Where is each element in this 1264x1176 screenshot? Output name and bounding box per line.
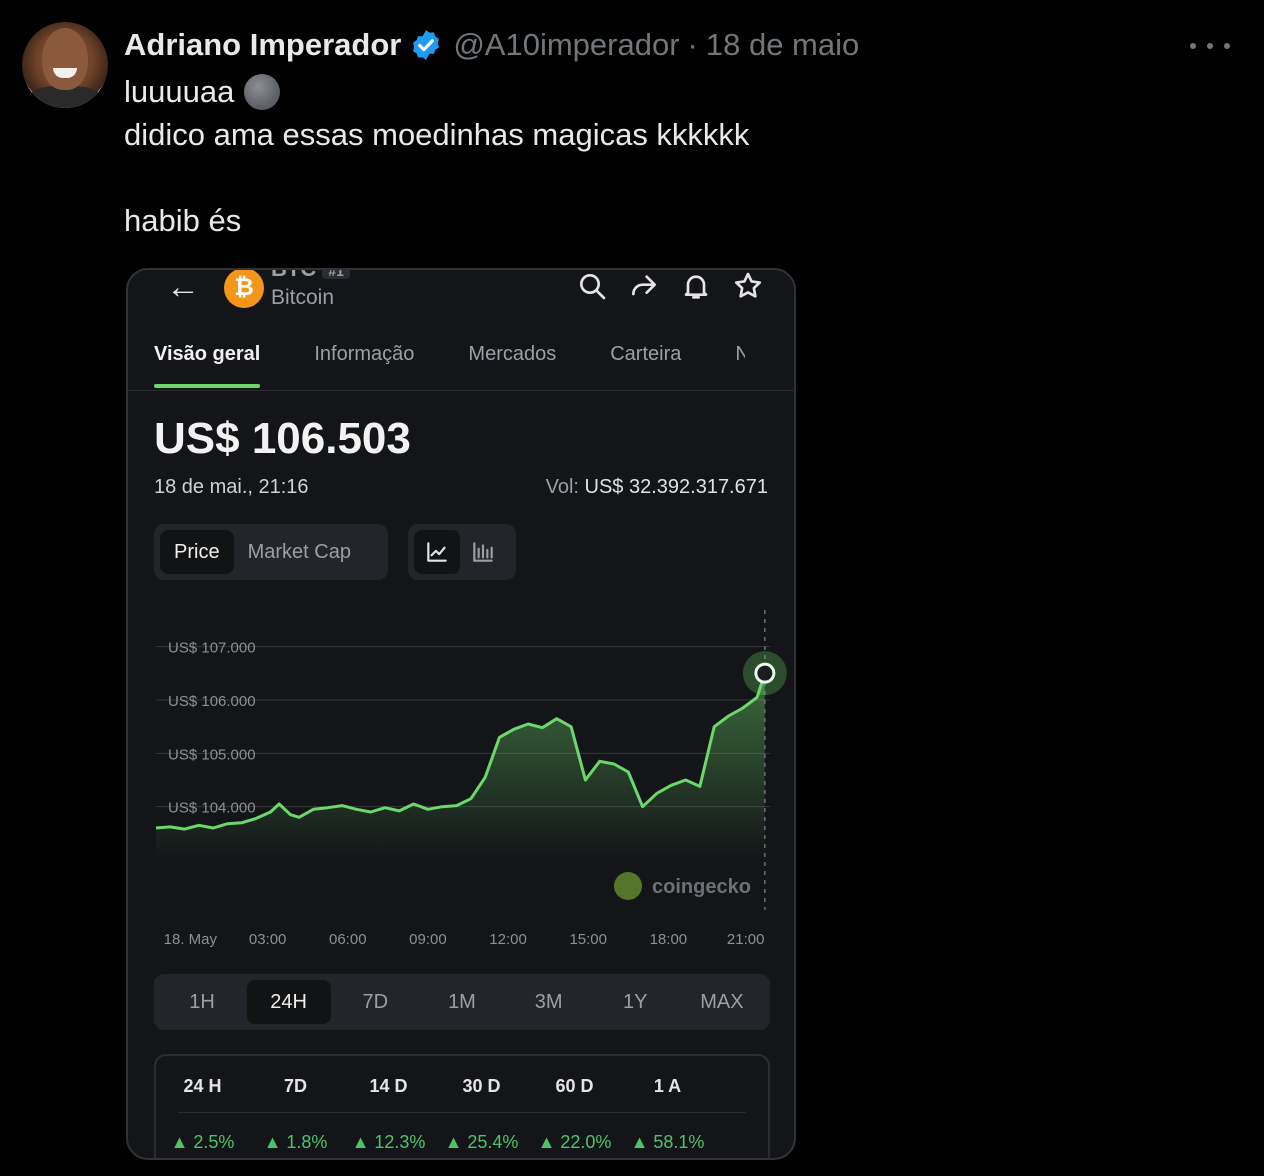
bell-icon (684, 275, 708, 299)
header-separator: · (687, 27, 698, 62)
tab-visao-geral: Visão geral (154, 336, 261, 388)
search-icon (580, 274, 606, 300)
volume-label: Vol: (545, 476, 579, 498)
x-tick-label: 06:00 (329, 931, 367, 948)
perf-header: 30 D (462, 1076, 501, 1096)
y-tick-label: US$ 105.000 (168, 746, 256, 763)
tab-informacao: Informação (314, 343, 415, 365)
perf-value: ▲ 25.4% (444, 1132, 519, 1152)
performance-header-row: 24 H 7D 14 D 30 D 60 D 1 A (156, 1076, 768, 1097)
author-avatar[interactable] (22, 22, 108, 108)
chart-type-toggle (408, 524, 516, 580)
perf-value: ▲ 22.0% (537, 1132, 612, 1152)
performance-value-row: ▲ 2.5% ▲ 1.8% ▲ 12.3% ▲ 25.4% ▲ 22.0% ▲ … (156, 1132, 768, 1153)
perf-value: ▲ 1.8% (263, 1132, 328, 1152)
tweet-body: luuuuaa didico ama essas moedinhas magic… (124, 70, 749, 242)
coin-symbol: BTC #1 (271, 270, 350, 282)
app-top-bar: ← ₿ BTC #1 Bitcoin (128, 270, 794, 330)
avatar-face (42, 28, 88, 90)
perf-header: 24 H (183, 1076, 222, 1096)
price-chart: US$ 107.000 US$ 106.000 US$ 105.000 US$ 104… (128, 610, 794, 970)
tweet-line-3: habib és (124, 203, 242, 238)
price-datetime: 18 de mai., 21:16 (154, 476, 309, 498)
current-point (754, 662, 776, 684)
x-tick-label: 03:00 (249, 931, 287, 948)
line-chart-icon (427, 542, 447, 562)
perf-value: ▲ 2.5% (170, 1132, 235, 1152)
x-tick-label: 09:00 (409, 931, 447, 948)
candle-chart-option (460, 530, 506, 574)
tweet-media-image[interactable]: ← ₿ BTC #1 Bitcoin Visão geral Informaçã… (126, 268, 796, 1160)
y-tick-label: US$ 106.000 (168, 693, 256, 710)
share-icon (632, 275, 656, 296)
time-range-selector: 1H 24H 7D 1M 3M 1Y MAX (154, 974, 770, 1030)
market-cap-option: Market Cap (247, 541, 351, 563)
star-icon (734, 272, 762, 298)
tab-mercados: Mercados (468, 343, 557, 365)
perf-value: ▲ 58.1% (630, 1132, 705, 1152)
author-handle[interactable]: @A10imperador (453, 27, 679, 63)
tabs-divider (128, 390, 794, 391)
coin-tabs: Visão geral Informação Mercados Carteira… (154, 336, 745, 390)
new-moon-emoji-icon (244, 73, 281, 110)
x-tick-label: 18. May (164, 931, 218, 948)
price-option: Price (160, 530, 234, 574)
more-options-icon[interactable] (1190, 36, 1230, 56)
bitcoin-logo-icon: ₿ (224, 270, 264, 308)
x-tick-label: 18:00 (650, 931, 688, 948)
range-max: MAX (700, 991, 744, 1013)
perf-header: 7D (283, 1076, 307, 1096)
volume: Vol: US$ 32.392.317.671 (546, 476, 768, 499)
y-tick-label: US$ 107.000 (168, 640, 256, 657)
price-chart-svg: US$ 107.000 US$ 106.000 US$ 105.000 US$ 104… (155, 610, 787, 948)
tab-cut-off: N (735, 336, 745, 374)
tweet-date[interactable]: 18 de maio (706, 27, 859, 63)
range-1m: 1M (448, 991, 476, 1013)
y-tick-label: US$ 104.000 (168, 800, 256, 817)
range-1y: 1Y (623, 991, 648, 1013)
tab-carteira: Carteira (610, 343, 682, 365)
candlestick-chart-icon (473, 542, 493, 562)
range-24h: 24H (246, 980, 331, 1024)
perf-header: 14 D (369, 1076, 408, 1096)
performance-table: 24 H 7D 14 D 30 D 60 D 1 A ▲ 2.5% ▲ 1.8%… (154, 1054, 770, 1158)
coingecko-watermark: coingecko (652, 876, 751, 898)
x-tick-label: 15:00 (569, 931, 607, 948)
range-1h: 1H (189, 991, 215, 1013)
top-actions (576, 270, 764, 302)
line-chart-option (414, 530, 460, 574)
coingecko-logo-icon (614, 872, 642, 900)
range-3m: 3M (534, 991, 563, 1013)
current-price: US$ 106.503 (154, 414, 411, 463)
perf-value: ▲ 12.3% (351, 1132, 426, 1152)
x-tick-label: 21:00 (727, 931, 765, 948)
author-name[interactable]: Adriano Imperador (124, 27, 401, 63)
tweet-header: Adriano Imperador @A10imperador · 18 de … (124, 26, 859, 64)
tweet-line-1: luuuuaa (124, 74, 235, 109)
perf-header: 1 A (653, 1076, 682, 1096)
perf-header: 60 D (555, 1076, 594, 1096)
coin-name: Bitcoin (271, 286, 335, 309)
back-arrow-icon: ← (166, 268, 200, 306)
performance-divider (178, 1112, 746, 1113)
price-marketcap-toggle: Price Market Cap (154, 524, 388, 580)
volume-value: US$ 32.392.317.671 (584, 476, 769, 498)
tweet-line-2: didico ama essas moedinhas magicas kkkkk… (124, 117, 750, 152)
range-7d: 7D (362, 991, 389, 1013)
x-tick-label: 12:00 (489, 931, 527, 948)
verified-badge-icon (413, 30, 440, 60)
